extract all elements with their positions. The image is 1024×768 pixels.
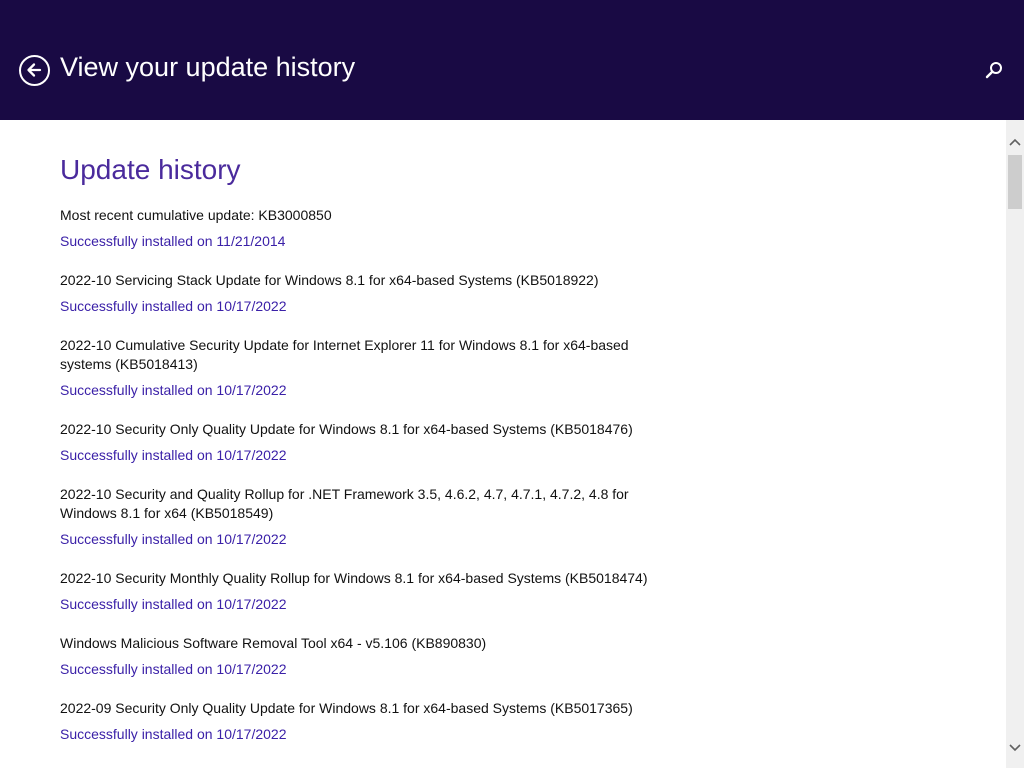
update-item: Most recent cumulative update: KB3000850… xyxy=(60,206,660,251)
update-name: 2022-10 Cumulative Security Update for I… xyxy=(60,337,629,372)
scroll-thumb[interactable] xyxy=(1008,155,1022,209)
update-status-link[interactable]: Successfully installed on 11/21/2014 xyxy=(60,232,660,251)
main-content: Update history Most recent cumulative up… xyxy=(0,120,1006,768)
update-item: 2022-10 Security and Quality Rollup for … xyxy=(60,485,660,549)
search-button[interactable] xyxy=(984,60,1004,80)
update-status-link[interactable]: Successfully installed on 10/17/2022 xyxy=(60,595,660,614)
scroll-up-button[interactable] xyxy=(1006,134,1024,150)
update-status-link[interactable]: Successfully installed on 10/17/2022 xyxy=(60,297,660,316)
update-name: 2022-10 Security and Quality Rollup for … xyxy=(60,486,629,521)
update-item: 2022-10 Security Only Quality Update for… xyxy=(60,420,660,465)
scroll-down-button[interactable] xyxy=(1006,740,1024,756)
update-status-link[interactable]: Successfully installed on 10/17/2022 xyxy=(60,446,660,465)
back-arrow-icon xyxy=(27,63,42,77)
app-header: View your update history xyxy=(0,0,1024,120)
update-list: Most recent cumulative update: KB3000850… xyxy=(60,206,660,764)
search-icon xyxy=(985,62,1002,79)
update-status-link[interactable]: Successfully installed on 10/17/2022 xyxy=(60,530,660,549)
section-title: Update history xyxy=(60,154,241,185)
update-name: 2022-10 Security Only Quality Update for… xyxy=(60,421,633,437)
update-item: 2022-09 Security Only Quality Update for… xyxy=(60,699,660,744)
update-status-link[interactable]: Successfully installed on 10/17/2022 xyxy=(60,725,660,744)
update-item: 2022-10 Security Monthly Quality Rollup … xyxy=(60,569,660,614)
update-item: Windows Malicious Software Removal Tool … xyxy=(60,634,660,679)
update-name: Windows Malicious Software Removal Tool … xyxy=(60,635,487,651)
page-title: View your update history xyxy=(60,52,356,82)
update-name: Most recent cumulative update: KB3000850 xyxy=(60,207,332,223)
scroll-down-arrow-icon xyxy=(1009,744,1021,752)
update-item: 2022-10 Cumulative Security Update for I… xyxy=(60,336,660,400)
vertical-scrollbar[interactable] xyxy=(1006,120,1024,768)
scroll-up-arrow-icon xyxy=(1009,138,1021,146)
update-item: 2022-10 Servicing Stack Update for Windo… xyxy=(60,271,660,316)
update-name: 2022-09 Security Only Quality Update for… xyxy=(60,700,633,716)
update-status-link[interactable]: Successfully installed on 10/17/2022 xyxy=(60,381,660,400)
update-name: 2022-10 Security Monthly Quality Rollup … xyxy=(60,570,648,586)
update-status-link[interactable]: Successfully installed on 10/17/2022 xyxy=(60,660,660,679)
update-name: 2022-10 Servicing Stack Update for Windo… xyxy=(60,272,599,288)
back-button[interactable] xyxy=(19,55,50,86)
